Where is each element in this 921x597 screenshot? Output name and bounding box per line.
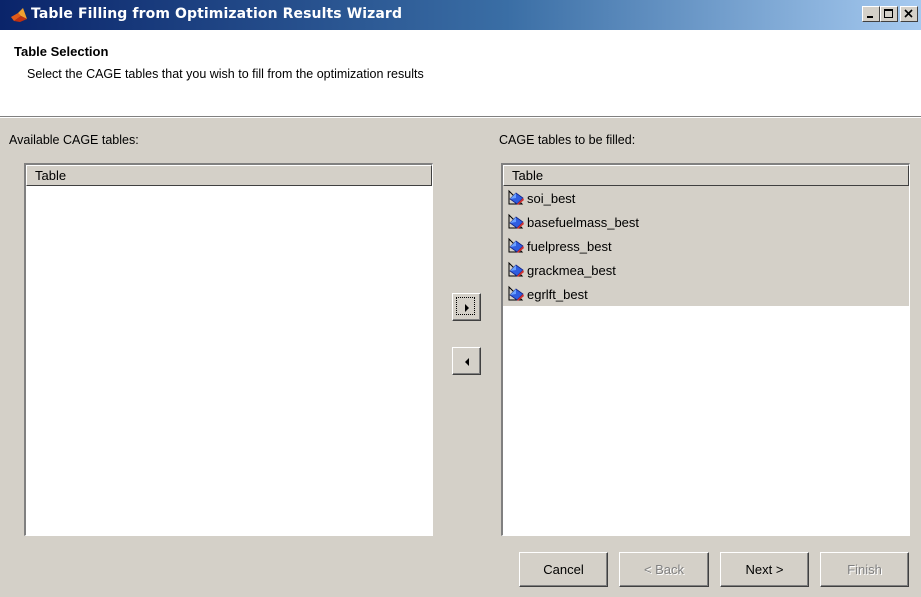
- divider: [0, 117, 921, 118]
- arrow-right-icon: [465, 304, 469, 312]
- table-icon: [506, 261, 526, 279]
- table-icon: [506, 237, 526, 255]
- back-button[interactable]: < Back: [619, 552, 709, 587]
- selected-tables-label: CAGE tables to be filled:: [499, 133, 636, 147]
- minimize-icon: [867, 16, 873, 18]
- column-header-table[interactable]: Table: [503, 165, 909, 186]
- table-icon: [506, 213, 526, 231]
- minimize-button[interactable]: [862, 6, 880, 22]
- next-button[interactable]: Next >: [720, 552, 809, 587]
- table-row[interactable]: egrlft_best: [503, 282, 909, 306]
- title-bar[interactable]: Table Filling from Optimization Results …: [0, 0, 921, 30]
- wizard-header: Table Selection Select the CAGE tables t…: [0, 30, 921, 117]
- table-row[interactable]: grackmea_best: [503, 258, 909, 282]
- column-header-table[interactable]: Table: [26, 165, 432, 186]
- step-description: Select the CAGE tables that you wish to …: [27, 67, 424, 81]
- table-row-label: basefuelmass_best: [527, 214, 640, 230]
- table-row[interactable]: basefuelmass_best: [503, 210, 909, 234]
- matlab-logo-icon: [11, 8, 27, 22]
- cancel-button[interactable]: Cancel: [519, 552, 608, 587]
- selected-rows: soi_best basefuelmass_best fuelpress_bestg…: [503, 186, 909, 306]
- add-table-button[interactable]: [452, 293, 481, 321]
- step-title: Table Selection: [14, 44, 109, 59]
- table-row-label: grackmea_best: [527, 262, 616, 278]
- window-title: Table Filling from Optimization Results …: [31, 6, 403, 22]
- close-icon: [904, 9, 913, 18]
- remove-table-button[interactable]: [452, 347, 481, 375]
- available-tables-label: Available CAGE tables:: [9, 133, 139, 147]
- table-row-label: egrlft_best: [527, 286, 588, 302]
- table-row-label: soi_best: [527, 190, 576, 206]
- table-row[interactable]: fuelpress_best: [503, 234, 909, 258]
- maximize-button[interactable]: [880, 6, 898, 22]
- table-row-label: fuelpress_best: [527, 238, 612, 254]
- maximize-icon: [884, 9, 893, 18]
- finish-button[interactable]: Finish: [820, 552, 909, 587]
- close-button[interactable]: [900, 6, 918, 22]
- selected-tables-list[interactable]: Table soi_best basefuelmass_best fuelpress…: [501, 163, 910, 536]
- table-icon: [506, 189, 526, 207]
- available-tables-list[interactable]: Table: [24, 163, 433, 536]
- arrow-left-icon: [465, 358, 469, 366]
- table-icon: [506, 285, 526, 303]
- table-row[interactable]: soi_best: [503, 186, 909, 210]
